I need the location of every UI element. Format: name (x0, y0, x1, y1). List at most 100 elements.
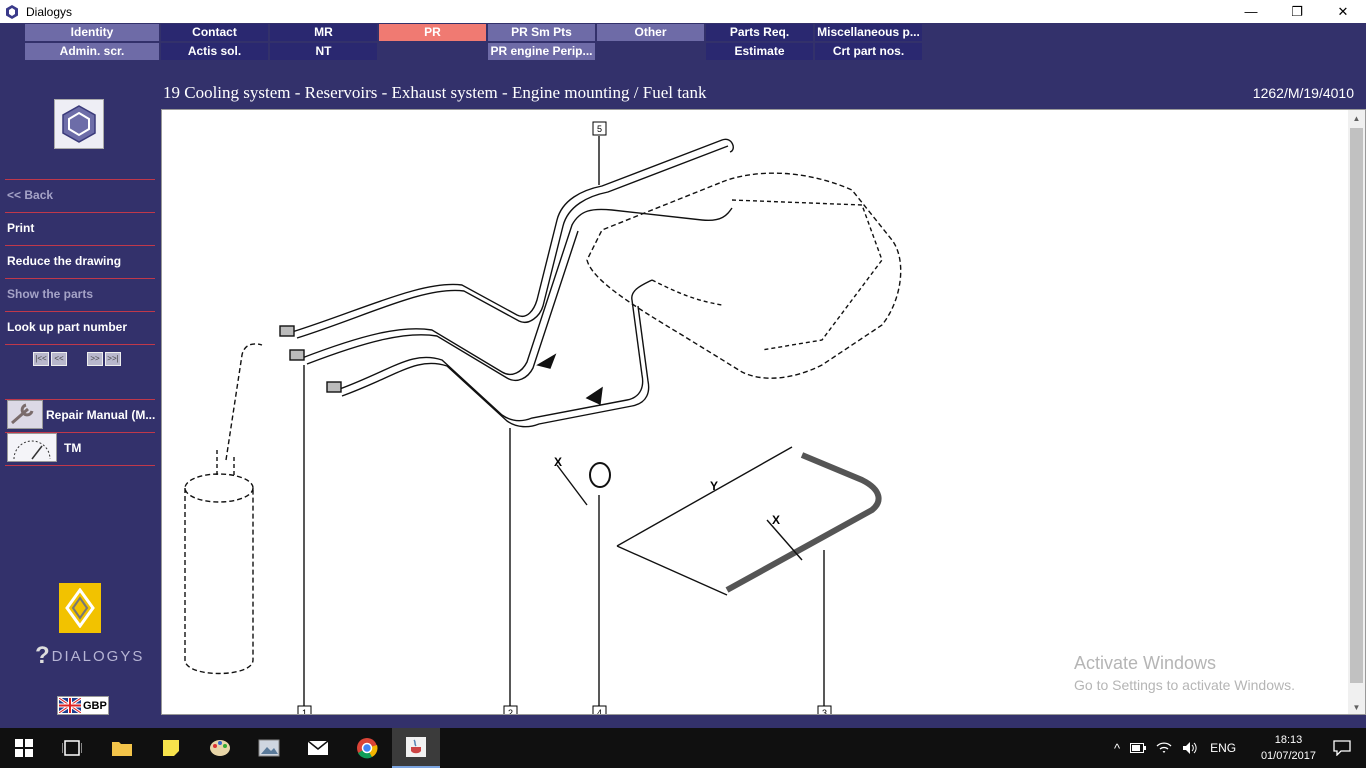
first-page-button[interactable]: |<< (33, 352, 49, 366)
repair-manual-tool[interactable]: Repair Manual (M... (7, 400, 155, 429)
tab-identity[interactable]: Identity (25, 24, 159, 41)
callout-2: 2 (508, 708, 513, 715)
scrollbar-thumb[interactable] (1350, 128, 1363, 683)
callout-5: 5 (597, 124, 602, 134)
notifications-button[interactable] (1318, 728, 1366, 768)
wrench-icon (7, 400, 43, 429)
page-title: 19 Cooling system - Reservoirs - Exhaust… (163, 83, 707, 102)
dimension-x-label: X (772, 513, 780, 527)
window-title: Dialogys (26, 4, 73, 19)
speech-bubble-icon (1333, 740, 1351, 756)
reduce-drawing-link[interactable]: Reduce the drawing (7, 254, 121, 268)
back-link[interactable]: << Back (7, 188, 53, 202)
tab-parts-req[interactable]: Parts Req. (706, 24, 813, 41)
sticky-note-icon (163, 740, 179, 756)
picture-icon (258, 739, 280, 757)
menu-divider (5, 344, 155, 345)
start-button[interactable] (0, 728, 48, 768)
prev-page-button[interactable]: << (51, 352, 67, 366)
vertical-scrollbar[interactable]: ▲ ▼ (1348, 110, 1365, 714)
gauge-icon (7, 433, 57, 462)
repair-manual-label: Repair Manual (M... (46, 407, 156, 422)
document-reference: 1262/M/19/4010 (1252, 85, 1354, 101)
envelope-icon (307, 740, 329, 755)
windows-taskbar: ^ ENG 18:13 01/07/2017 (0, 728, 1366, 768)
callout-1: 1 (302, 708, 307, 715)
technical-drawing-panel: 5 1 2 4 3 X X Y Activate Windows Go to S… (161, 109, 1366, 715)
menu-divider (5, 212, 155, 213)
last-page-button[interactable]: >>| (105, 352, 121, 366)
restore-button[interactable]: ❐ (1274, 0, 1320, 23)
clock-date: 01/07/2017 (1260, 750, 1316, 762)
activate-windows-watermark: Activate Windows Go to Settings to activ… (1074, 653, 1295, 693)
clock-time: 18:13 (1274, 734, 1303, 746)
dialogys-wordmark: DIALOGYS (51, 647, 145, 665)
hexagon-logo (54, 99, 104, 149)
tab-pr[interactable]: PR (379, 24, 486, 41)
look-up-part-number-link[interactable]: Look up part number (7, 320, 127, 334)
paint-button[interactable] (196, 728, 244, 768)
print-link[interactable]: Print (7, 221, 34, 235)
dimension-y-label: Y (710, 479, 718, 493)
file-explorer-button[interactable] (98, 728, 146, 768)
tab-contact[interactable]: Contact (161, 24, 268, 41)
renault-logo (59, 583, 101, 633)
tab-other[interactable]: Other (597, 24, 704, 41)
next-page-button[interactable]: >> (87, 352, 103, 366)
watermark-line-2: Go to Settings to activate Windows. (1074, 677, 1295, 693)
tab-admin-scr[interactable]: Admin. scr. (25, 43, 159, 60)
wifi-icon[interactable] (1156, 741, 1172, 755)
callout-4: 4 (597, 708, 602, 715)
menu-divider (5, 179, 155, 180)
uk-flag-icon (59, 698, 81, 713)
tab-mr[interactable]: MR (270, 24, 377, 41)
minimize-button[interactable]: — (1228, 0, 1274, 23)
exploded-parts-diagram[interactable]: 5 1 2 4 3 X X Y (162, 110, 1350, 715)
tab-crt-part-nos[interactable]: Crt part nos. (815, 43, 922, 60)
language-selector[interactable]: GBP (57, 696, 109, 715)
menu-divider (5, 311, 155, 312)
tab-miscellaneous[interactable]: Miscellaneous p... (815, 24, 922, 41)
show-parts-link[interactable]: Show the parts (7, 287, 93, 301)
window-titlebar: Dialogys — ❐ ✕ (0, 0, 1366, 23)
tab-pr-sm-pts[interactable]: PR Sm Pts (488, 24, 595, 41)
volume-icon[interactable] (1182, 741, 1198, 755)
close-button[interactable]: ✕ (1320, 0, 1366, 23)
chevron-up-icon[interactable]: ^ (1114, 741, 1120, 756)
battery-icon[interactable] (1130, 743, 1147, 753)
java-icon (406, 737, 426, 757)
image-viewer-button[interactable] (245, 728, 293, 768)
callout-3: 3 (822, 708, 827, 715)
palette-icon (210, 740, 230, 756)
task-view-button[interactable] (48, 728, 96, 768)
tab-estimate[interactable]: Estimate (706, 43, 813, 60)
chrome-button[interactable] (343, 728, 391, 768)
question-mark-icon: ? (35, 642, 50, 669)
dialogys-app-icon (6, 4, 18, 19)
input-language[interactable]: ENG (1210, 741, 1236, 755)
drawing-pager: |<< << >> >>| (33, 352, 121, 366)
dialogys-logo: ? DIALOGYS (35, 642, 144, 670)
sticky-notes-button[interactable] (147, 728, 195, 768)
scroll-up-arrow-icon[interactable]: ▲ (1348, 110, 1365, 127)
app-area: Identity Contact MR PR PR Sm Pts Other P… (0, 23, 1366, 728)
scroll-down-arrow-icon[interactable]: ▼ (1348, 699, 1365, 714)
java-app-button[interactable] (392, 728, 440, 768)
watermark-line-1: Activate Windows (1074, 653, 1217, 673)
menu-divider (5, 278, 155, 279)
mail-button[interactable] (294, 728, 342, 768)
tm-label: TM (64, 440, 82, 455)
taskbar-clock[interactable]: 18:13 01/07/2017 (1261, 732, 1316, 764)
menu-divider (5, 245, 155, 246)
dimension-x-label: X (554, 455, 562, 469)
tab-nt[interactable]: NT (270, 43, 377, 60)
renault-diamond-icon (65, 588, 95, 628)
tab-actis-sol[interactable]: Actis sol. (161, 43, 268, 60)
tab-pr-engine-perip[interactable]: PR engine Perip... (488, 43, 595, 60)
task-view-icon (62, 740, 82, 756)
tm-tool[interactable]: TM (7, 433, 81, 462)
system-tray: ^ ENG (1114, 728, 1236, 768)
hexagon-nut-icon (62, 105, 96, 143)
menu-divider (5, 465, 155, 466)
windows-logo-icon (15, 739, 33, 757)
